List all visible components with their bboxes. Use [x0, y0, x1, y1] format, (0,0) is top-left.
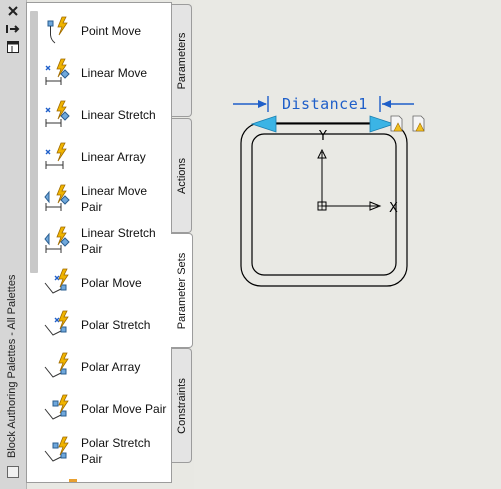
dimension-arrow-right	[382, 100, 391, 108]
block-drawing: Y X	[233, 96, 425, 287]
ucs-x-label: X	[389, 201, 398, 216]
ucs-y-label: Y	[318, 129, 327, 144]
inner-rounded-rect	[251, 133, 397, 276]
action-warning-icon-2	[412, 115, 425, 132]
dimension-arrow-left	[258, 100, 267, 108]
grip-left	[250, 115, 277, 133]
outer-rounded-rect	[240, 122, 408, 287]
action-warning-icon-1	[390, 115, 403, 132]
distance-parameter-label[interactable]: Distance1	[282, 95, 368, 113]
grip-right	[369, 115, 396, 133]
